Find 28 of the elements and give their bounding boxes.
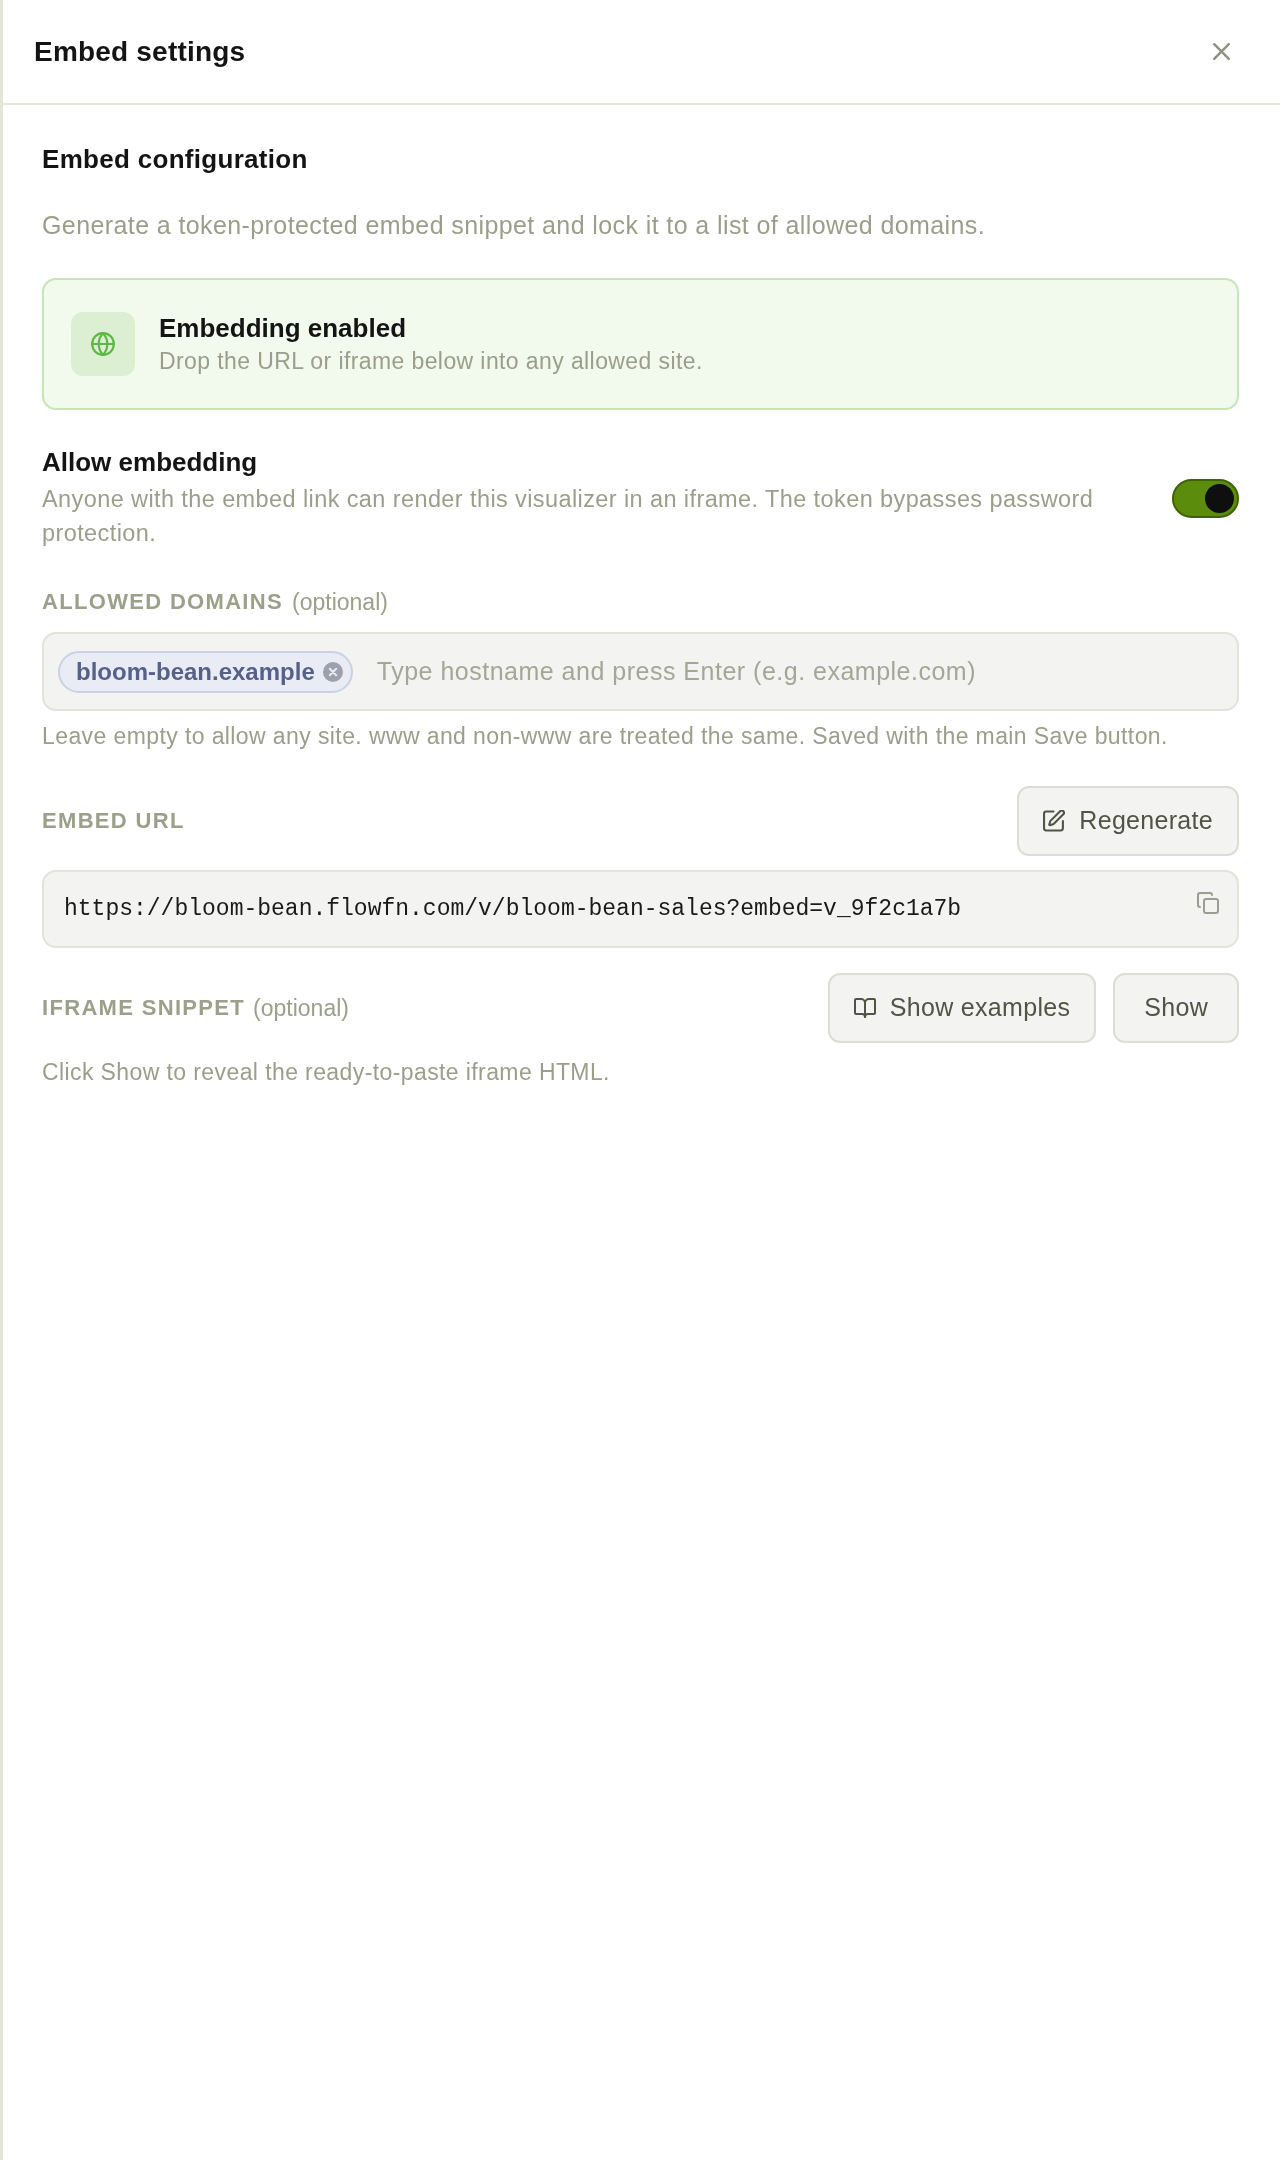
optional-note: (optional) [292, 588, 388, 617]
section-title: Embed configuration [42, 143, 309, 175]
book-icon [853, 997, 876, 1019]
setting-label: Allow embedding [42, 446, 259, 478]
domain-tag-label: bloom-bean.example [76, 656, 315, 687]
domain-input-field[interactable]: bloom-bean.example Type hostname and press Enter (e.g. example.com) [42, 632, 1239, 711]
setting-description: Anyone with the embed link can render this visualizer in an iframe. The token bypasses password protection. [42, 485, 1095, 548]
help-text: Click Show to reveal the ready-to-paste iframe HTML. [42, 1058, 611, 1087]
show-examples-button[interactable]: Show examples [827, 973, 1097, 1043]
close-icon[interactable] [1213, 43, 1230, 60]
regenerate-button[interactable]: Regenerate [1017, 786, 1239, 856]
field-label: IFRAME SNIPPET [42, 994, 246, 1022]
url-field[interactable]: https://bloom-bean.flowfn.com/v/bloom-bean-sales?embed=v_9f2c1a7b [42, 870, 1239, 948]
hostname-input[interactable]: Type hostname and press Enter (e.g. example.com) [376, 652, 1223, 691]
field-label: ALLOWED DOMAINS [42, 588, 283, 616]
dialog-title: Embed settings [34, 34, 246, 69]
show-button[interactable]: Show [1113, 973, 1239, 1043]
toggle-switch[interactable] [1172, 479, 1239, 518]
remove-icon[interactable] [322, 661, 343, 682]
edit-icon [1043, 810, 1066, 832]
optional-note: (optional) [253, 994, 349, 1023]
globe-icon [71, 312, 135, 376]
section-description: Generate a token-protected embed snippet and lock it to a list of allowed domains. [42, 210, 987, 241]
banner-title: Embedding enabled [159, 312, 408, 344]
field-label: EMBED URL [42, 807, 185, 835]
help-text: Leave empty to allow any site. www and non-www are treated the same. Saved with the main Save button. [42, 722, 1169, 751]
copy-icon[interactable] [1197, 892, 1219, 914]
banner-description: Drop the URL or iframe below into any allowed site. [159, 347, 703, 376]
